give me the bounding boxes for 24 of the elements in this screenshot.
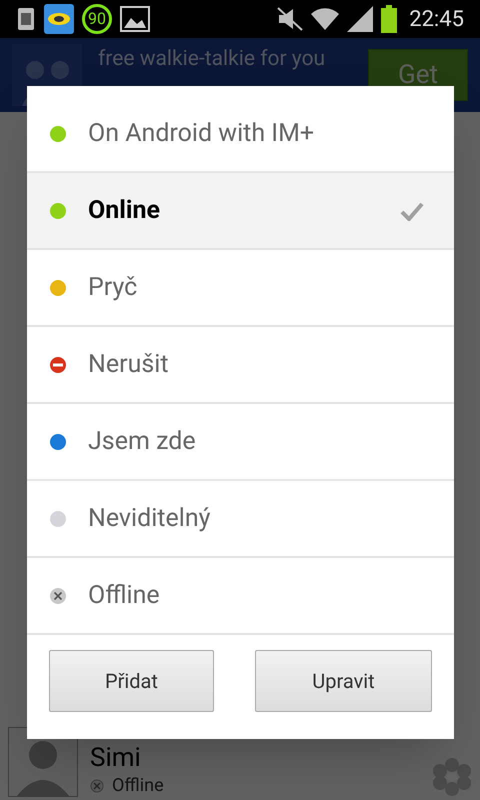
dialog-button[interactable]: Upravit bbox=[255, 650, 432, 712]
battery-icon bbox=[381, 5, 398, 33]
status-option[interactable]: Nerušit bbox=[27, 327, 454, 404]
sim-card-icon bbox=[16, 6, 36, 32]
flower-icon bbox=[432, 757, 472, 797]
image-icon bbox=[120, 6, 150, 32]
app-icon bbox=[44, 4, 74, 34]
signal-icon bbox=[347, 6, 374, 32]
status-option[interactable]: Online bbox=[27, 173, 454, 250]
status-option[interactable]: Offline bbox=[27, 558, 454, 635]
ad-text: free walkie-talkie for you bbox=[98, 46, 326, 72]
checkmark-icon bbox=[400, 200, 424, 220]
counter-badge: 90 bbox=[82, 4, 112, 34]
mute-icon bbox=[277, 7, 304, 31]
status-option[interactable]: Jsem zde bbox=[27, 404, 454, 481]
status-option[interactable]: Pryč bbox=[27, 250, 454, 327]
contact-status: Offline bbox=[112, 774, 164, 797]
contact-name: Simi bbox=[90, 744, 142, 770]
dialog-button[interactable]: Přidat bbox=[49, 650, 214, 712]
offline-icon bbox=[90, 778, 104, 793]
wifi-icon bbox=[311, 6, 340, 32]
status-option[interactable]: Neviditelný bbox=[27, 481, 454, 558]
status-option[interactable]: On Android with IM+ bbox=[27, 96, 454, 173]
clock-text: 22:45 bbox=[409, 6, 464, 34]
